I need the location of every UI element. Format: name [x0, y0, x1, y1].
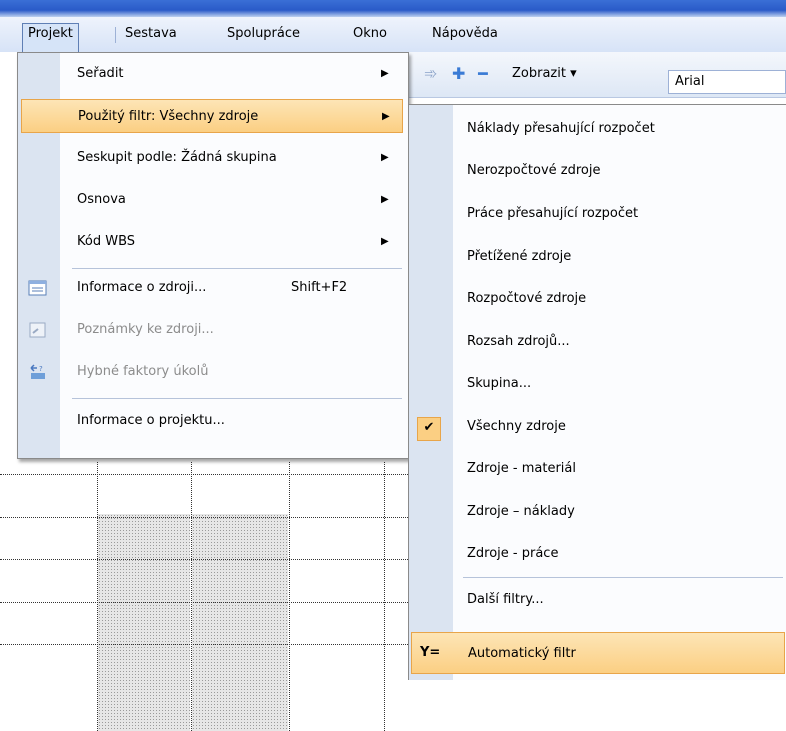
checkmark-icon: ✔ [417, 417, 441, 441]
projekt-menu: Seřadit ▶ Použitý filtr: Všechny zdroje … [17, 52, 409, 459]
menu-item-label: Osnova [77, 192, 126, 207]
grid-column-line [384, 462, 385, 731]
menu-item-label: Kód WBS [77, 234, 136, 249]
menu-okno[interactable]: Okno [348, 24, 392, 44]
submenu-item-label: Všechny zdroje [467, 419, 566, 434]
submenu-item-label: Rozpočtové zdroje [467, 291, 587, 306]
filter-pretizene[interactable]: Přetížené zdroje [411, 236, 785, 278]
filter-zdroje-prace[interactable]: Zdroje - práce [411, 533, 785, 575]
notes-icon [28, 321, 48, 339]
filter-automaticky-filtr[interactable]: Y= Automatický filtr [411, 632, 785, 674]
submenu-arrow-icon: ▶ [381, 236, 389, 247]
filter-submenu: Náklady přesahující rozpočet Nerozpočtov… [408, 104, 786, 680]
submenu-item-label: Automatický filtr [468, 646, 576, 661]
menu-item-informace-o-zdroji[interactable]: Informace o zdroji... Shift+F2 [21, 271, 403, 305]
menu-item-label: Informace o projektu... [77, 413, 225, 428]
menu-item-seradit[interactable]: Seřadit ▶ [21, 57, 403, 91]
menu-item-kod-wbs[interactable]: Kód WBS ▶ [21, 225, 403, 259]
font-name-field[interactable]: Arial [668, 70, 786, 94]
grid-shaded-column [192, 514, 288, 731]
grid-column-line [97, 462, 98, 731]
menu-item-hybne-faktory[interactable]: ? Hybné faktory úkolů [21, 355, 403, 389]
filter-zdroje-material[interactable]: Zdroje - materiál [411, 448, 785, 490]
grid-row-line [0, 559, 410, 560]
submenu-item-label: Zdroje - práce [467, 546, 559, 561]
submenu-item-label: Přetížené zdroje [467, 249, 572, 264]
menu-napoveda[interactable]: Nápověda [427, 24, 503, 44]
grid-row-line [0, 517, 410, 518]
grid-column-line [191, 462, 192, 731]
menu-separator [72, 398, 402, 399]
submenu-item-label: Nerozpočtové zdroje [467, 163, 601, 178]
menu-item-pouzity-filtr[interactable]: Použitý filtr: Všechny zdroje ▶ [21, 99, 403, 133]
submenu-item-label: Skupina... [467, 376, 532, 391]
minus-icon[interactable]: ━ [478, 64, 488, 84]
menu-item-seskupit-podle[interactable]: Seskupit podle: Žádná skupina ▶ [21, 141, 403, 175]
menu-projekt[interactable]: Projekt [22, 23, 79, 54]
grid-shaded-column [98, 514, 190, 731]
menu-item-label: Použitý filtr: Všechny zdroje [78, 109, 259, 124]
task-drivers-icon: ? [28, 363, 48, 381]
filter-skupina[interactable]: Skupina... [411, 363, 785, 405]
menu-separator [463, 577, 783, 578]
submenu-arrow-icon: ▶ [381, 68, 389, 79]
plus-icon[interactable]: ✚ [452, 64, 465, 84]
submenu-arrow-icon: ▶ [381, 152, 389, 163]
menu-separator [72, 268, 402, 269]
autofilter-icon: Y= [420, 645, 441, 660]
menu-spoluprace[interactable]: Spolupráce [222, 24, 305, 44]
filter-naklady-presahujici[interactable]: Náklady přesahující rozpočet [411, 108, 785, 150]
grid-row-line [0, 602, 410, 603]
filter-rozsah-zdroju[interactable]: Rozsah zdrojů... [411, 321, 785, 363]
filter-vsechny-zdroje[interactable]: ✔ Všechny zdroje [411, 406, 785, 448]
filter-rozpoctove[interactable]: Rozpočtové zdroje [411, 278, 785, 320]
menu-item-osnova[interactable]: Osnova ▶ [21, 183, 403, 217]
menubar-separator [115, 27, 116, 43]
grid-row-line [0, 474, 410, 475]
svg-text:?: ? [39, 365, 43, 373]
menu-item-informace-o-projektu[interactable]: Informace o projektu... [21, 401, 403, 441]
menu-item-shortcut: Shift+F2 [291, 280, 348, 295]
grid-row-line [0, 644, 410, 645]
submenu-item-label: Zdroje – náklady [467, 504, 575, 519]
submenu-item-label: Další filtry... [467, 592, 544, 607]
menu-item-poznamky-ke-zdroji[interactable]: Poznámky ke zdroji... [21, 313, 403, 347]
submenu-item-label: Práce přesahující rozpočet [467, 206, 639, 221]
menu-sestava[interactable]: Sestava [120, 24, 182, 44]
filter-nerozpoctove[interactable]: Nerozpočtové zdroje [411, 150, 785, 192]
menu-item-label: Seřadit [77, 66, 124, 81]
menu-bar: Projekt Sestava Spolupráce Okno Nápověda [0, 17, 786, 54]
submenu-item-label: Zdroje - materiál [467, 461, 576, 476]
zobrazit-button[interactable]: Zobrazit ▾ [512, 64, 577, 84]
menu-item-label: Poznámky ke zdroji... [77, 322, 214, 337]
title-bar [0, 0, 786, 17]
submenu-arrow-icon: ▶ [382, 111, 390, 122]
filter-dalsi-filtry[interactable]: Další filtry... [411, 579, 785, 621]
menu-item-label: Hybné faktory úkolů [77, 364, 209, 379]
filter-zdroje-naklady[interactable]: Zdroje – náklady [411, 491, 785, 533]
menu-item-label: Informace o zdroji... [77, 280, 207, 295]
resource-info-icon [28, 279, 48, 297]
submenu-item-label: Náklady přesahující rozpočet [467, 121, 655, 136]
submenu-item-label: Rozsah zdrojů... [467, 334, 570, 349]
submenu-arrow-icon: ▶ [381, 194, 389, 205]
arrow-right-icon[interactable]: ➾ [424, 64, 437, 84]
grid-column-line [289, 462, 290, 731]
menu-item-label: Seskupit podle: Žádná skupina [77, 150, 277, 165]
filter-prace-presahujici[interactable]: Práce přesahující rozpočet [411, 193, 785, 235]
